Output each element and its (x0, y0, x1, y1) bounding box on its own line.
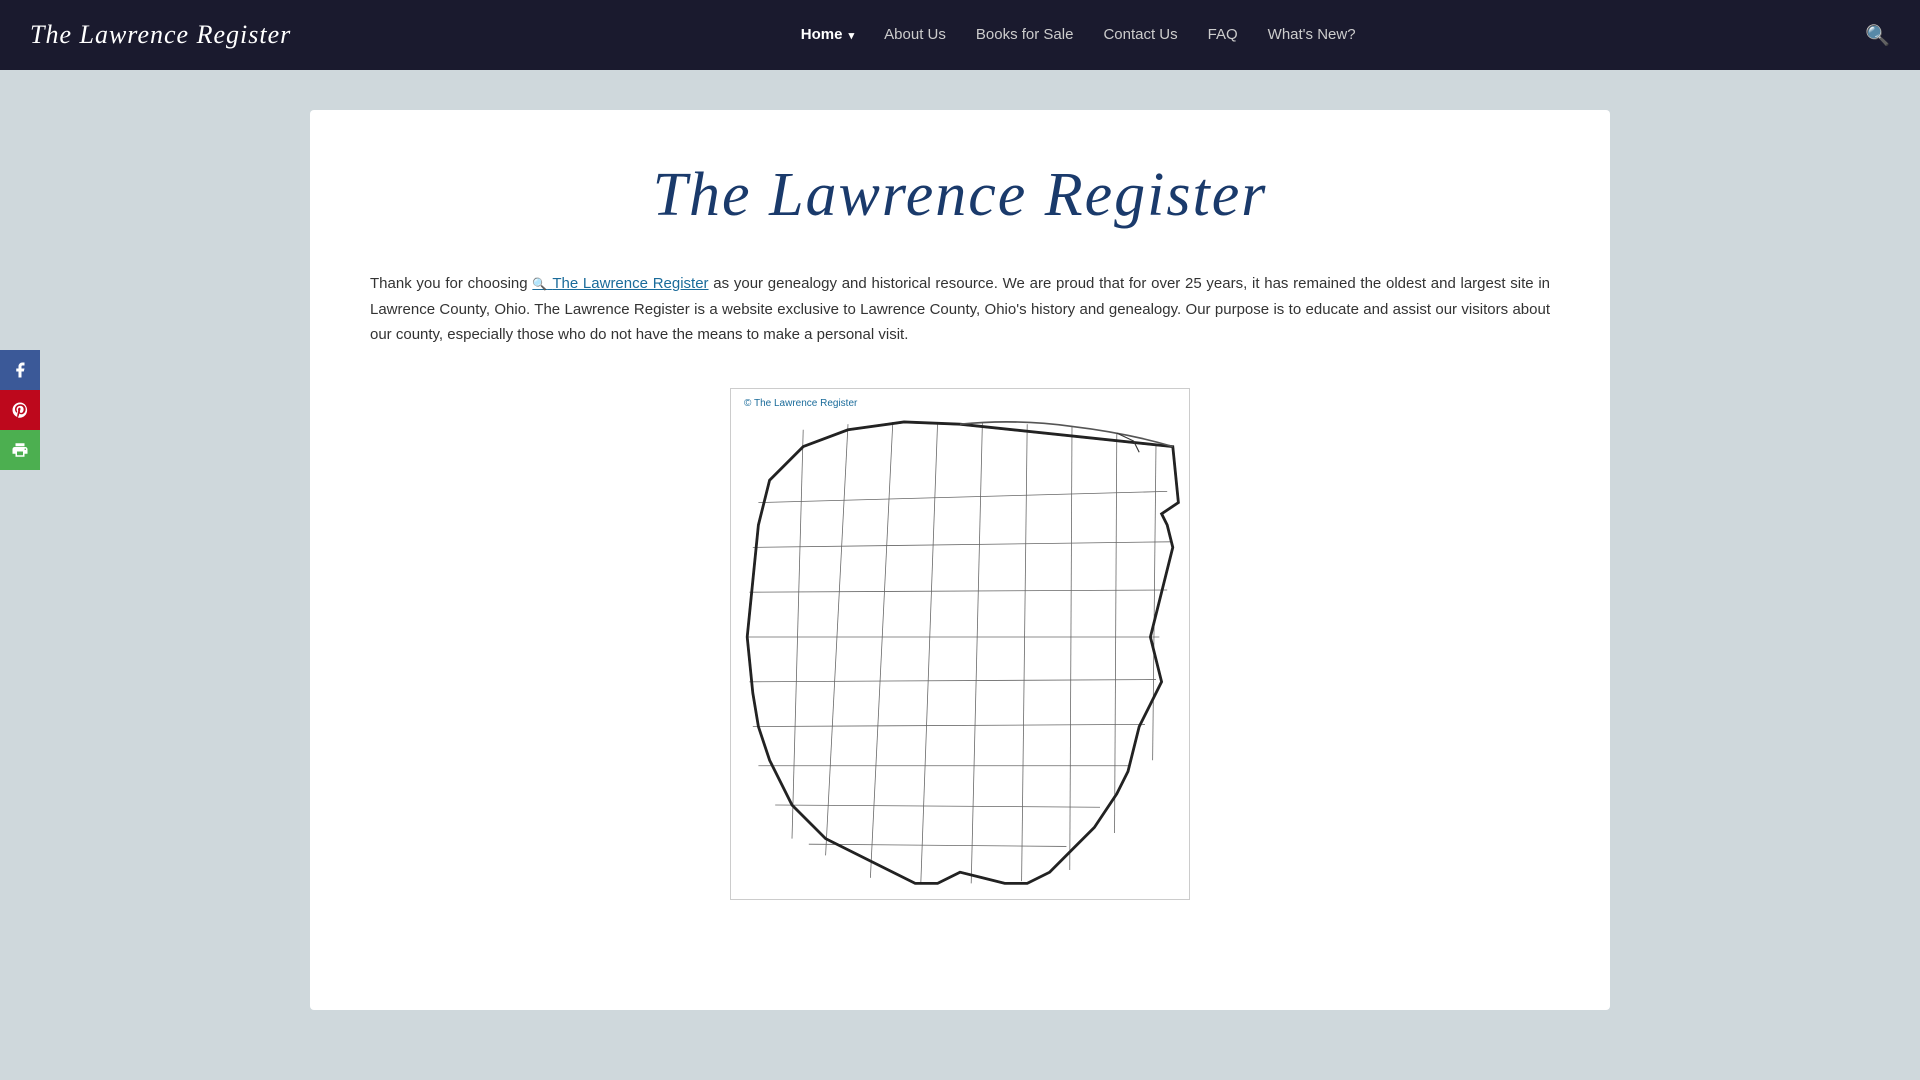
nav-item-whatsnew: What's New? (1268, 26, 1356, 44)
ohio-county-map (736, 413, 1184, 895)
content-card: The Lawrence Register Thank you for choo… (310, 110, 1610, 1010)
search-link-icon: 🔍 (532, 277, 548, 291)
social-sidebar (0, 350, 40, 470)
nav-link-home[interactable]: Home ▾ (801, 26, 854, 43)
nav-links: Home ▾ About Us Books for Sale Contact U… (801, 26, 1356, 44)
nav-link-whatsnew[interactable]: What's New? (1268, 26, 1356, 43)
nav-link-about[interactable]: About Us (884, 26, 946, 43)
page-wrapper: The Lawrence Register Thank you for choo… (0, 70, 1920, 1080)
site-logo[interactable]: The Lawrence Register (30, 20, 291, 50)
nav-item-about: About Us (884, 26, 946, 44)
intro-link[interactable]: 🔍 The Lawrence Register (532, 275, 708, 292)
pinterest-share-button[interactable] (0, 390, 40, 430)
nav-item-books: Books for Sale (976, 26, 1074, 44)
nav-link-faq[interactable]: FAQ (1208, 26, 1238, 43)
main-nav: The Lawrence Register Home ▾ About Us Bo… (0, 0, 1920, 70)
map-caption: © The Lawrence Register (736, 394, 1184, 413)
ohio-map-container: © The Lawrence Register (730, 388, 1190, 901)
facebook-share-button[interactable] (0, 350, 40, 390)
search-icon[interactable]: 🔍 (1865, 23, 1890, 48)
page-title: The Lawrence Register (370, 160, 1550, 231)
nav-item-contact: Contact Us (1103, 26, 1177, 44)
intro-paragraph: Thank you for choosing 🔍 The Lawrence Re… (370, 271, 1550, 348)
nav-item-home: Home ▾ (801, 26, 854, 44)
nav-link-contact[interactable]: Contact Us (1103, 26, 1177, 43)
nav-item-faq: FAQ (1208, 26, 1238, 44)
nav-link-books[interactable]: Books for Sale (976, 26, 1074, 43)
intro-text-before-link: Thank you for choosing (370, 275, 532, 292)
print-button[interactable] (0, 430, 40, 470)
